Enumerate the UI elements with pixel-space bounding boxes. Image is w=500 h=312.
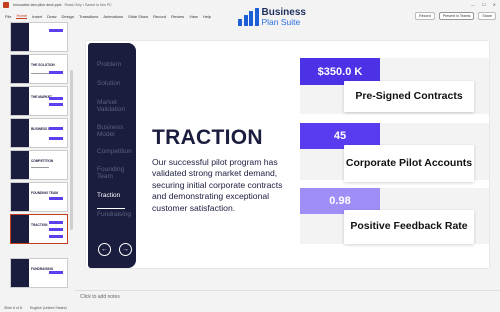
slide-nav-sidebar: Problem Solution Market Validation Busin…	[88, 43, 136, 268]
present-in-teams-button[interactable]: Present in Teams	[438, 12, 475, 20]
slide-counter: Slide 8 of 8	[4, 305, 22, 310]
powerpoint-icon	[3, 2, 9, 8]
share-button[interactable]: Share	[478, 12, 496, 20]
arrow-left-icon: ←	[98, 243, 111, 256]
active-nav-underline	[97, 208, 125, 209]
slide-title: TRACTION	[152, 126, 263, 149]
tab-slide-show[interactable]: Slide Show	[128, 14, 148, 19]
maximize-icon[interactable]: ☐	[482, 2, 486, 7]
tab-record[interactable]: Record	[153, 14, 166, 19]
metric-label-card: Pre-Signed Contracts	[344, 81, 474, 112]
tab-file[interactable]: File	[5, 14, 11, 19]
document-title: Innovative-tam pitch deck.pptx	[13, 3, 62, 7]
nav-traction: Traction	[97, 192, 121, 199]
thumbnail-slide-selected[interactable]: TRACTION	[2, 214, 72, 244]
nav-competition: Competition	[97, 148, 132, 155]
nav-problem: Problem	[97, 61, 122, 68]
nav-business-model: Business Model	[97, 124, 124, 139]
tab-draw[interactable]: Draw	[47, 14, 56, 19]
nav-fundraising: Fundraising	[97, 211, 131, 218]
tab-transitions[interactable]: Transitions	[79, 14, 98, 19]
thumbnail-slide[interactable]	[2, 22, 72, 52]
status-bar: Slide 8 of 8 English (United States)	[0, 303, 500, 312]
nav-market-validation: Market Validation	[97, 99, 126, 114]
brand-line-2: Plan Suite	[261, 17, 301, 27]
thumbnail-slide[interactable]: FOUNDING TEAM	[2, 182, 72, 212]
thumbnail-slide[interactable]: THE SOLUTION	[2, 54, 72, 84]
slide-body-text: Our successful pilot program has validat…	[152, 157, 283, 213]
thumbnail-scrollbar[interactable]	[70, 70, 73, 230]
thumbnail-slide[interactable]: THE MARKET	[2, 86, 72, 116]
metric-label-card: Corporate Pilot Accounts	[344, 145, 474, 182]
language-indicator[interactable]: English (United States)	[30, 306, 67, 310]
nav-founding-team: Founding Team	[97, 166, 125, 181]
tab-review[interactable]: Review	[171, 14, 184, 19]
close-icon[interactable]: ✕	[493, 2, 496, 7]
bar-chart-logo-icon	[238, 8, 259, 27]
tab-view[interactable]: View	[189, 14, 198, 19]
minimize-icon[interactable]: —	[471, 2, 475, 7]
arrow-right-icon: →	[119, 243, 132, 256]
record-button[interactable]: Record	[415, 12, 435, 20]
thumbnail-slide[interactable]: COMPETITION	[2, 150, 72, 180]
tab-animations[interactable]: Animations	[103, 14, 123, 19]
notes-placeholder[interactable]: Click to add notes	[75, 290, 500, 302]
thumbnail-slide[interactable]: BUSINESS MODEL	[2, 118, 72, 148]
tab-home[interactable]: Home	[16, 13, 28, 19]
tab-insert[interactable]: Insert	[32, 14, 42, 19]
tab-design[interactable]: Design	[61, 14, 73, 19]
slide-thumbnail-pane: THE SOLUTION THE MARKET BUSINESS MODEL C…	[0, 22, 75, 302]
metric-label-card: Positive Feedback Rate	[344, 210, 474, 244]
thumbnail-slide[interactable]: FUNDRAISING	[2, 258, 72, 288]
slide-canvas[interactable]: Problem Solution Market Validation Busin…	[86, 41, 489, 268]
document-status: Read-Only • Saved to this PC	[64, 3, 112, 7]
tab-help[interactable]: Help	[203, 14, 211, 19]
nav-solution: Solution	[97, 80, 121, 87]
brand-logo: Business Plan Suite	[238, 8, 306, 27]
